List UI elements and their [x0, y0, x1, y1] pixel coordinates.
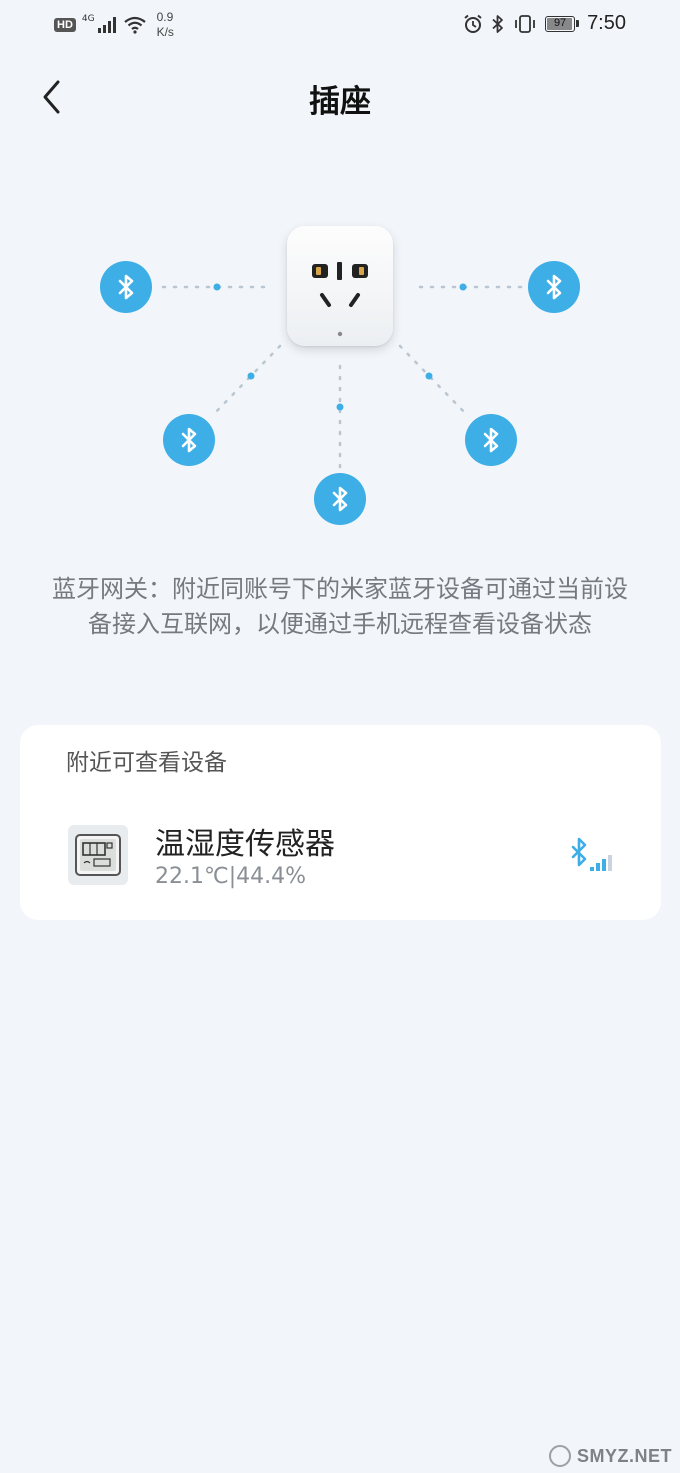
- bluetooth-node-right: [527, 260, 581, 314]
- network-generation: 4G: [81, 14, 95, 24]
- wifi-icon: [123, 16, 146, 34]
- status-left: HD 4G 0.9 K/s: [54, 10, 174, 40]
- battery-body: 97: [545, 15, 576, 32]
- device-status: 22.1℃|44.4%: [155, 864, 306, 889]
- watermark-text: SMYZ.NET: [576, 1445, 672, 1466]
- bluetooth-node-lower-right: [464, 413, 518, 467]
- device-list-item[interactable]: 温湿度传感器 22.1℃|44.4%: [20, 807, 661, 907]
- vibrate-icon: [515, 14, 535, 33]
- bluetooth-node-left: [99, 260, 153, 314]
- battery-level: 97: [553, 16, 567, 29]
- thermo-hygrometer-icon: [68, 825, 128, 885]
- page-title: 插座: [309, 84, 371, 120]
- network-speed: 0.9 K/s: [157, 10, 174, 40]
- speed-unit: K/s: [156, 25, 174, 39]
- watermark-logo-icon: [548, 1445, 571, 1467]
- battery-icon: 97: [545, 15, 580, 32]
- app-header: 插座: [0, 60, 680, 130]
- signal-icon: [97, 17, 116, 33]
- bluetooth-signal-graphic: [571, 837, 612, 871]
- bluetooth-node-icon: [314, 473, 366, 525]
- bluetooth-node-lower-left: [162, 413, 216, 467]
- speed-value: 0.9: [156, 10, 174, 24]
- battery-cap: [576, 20, 580, 27]
- smart-plug-image: [287, 226, 393, 346]
- bluetooth-node-icon: [465, 414, 517, 466]
- status-bar: HD 4G 0.9 K/s 97 7:50: [0, 0, 680, 52]
- thermo-hygrometer-image: [75, 834, 121, 876]
- bluetooth-node-icon: [163, 414, 215, 466]
- bluetooth-icon: [492, 14, 503, 33]
- socket-face-icon: [312, 262, 368, 337]
- watermark: SMYZ.NET: [548, 1445, 672, 1467]
- nearby-devices-card: 附近可查看设备 温湿度传感器 22.1℃|44.4%: [20, 725, 661, 920]
- bluetooth-node-icon: [528, 261, 580, 313]
- bluetooth-signal-icon: [568, 835, 620, 875]
- nearby-devices-title: 附近可查看设备: [66, 750, 227, 776]
- status-time: 7:50: [587, 12, 626, 34]
- gateway-illustration: [0, 210, 680, 540]
- bluetooth-node-bottom: [313, 472, 367, 526]
- device-name: 温湿度传感器: [155, 827, 335, 862]
- gateway-description: 蓝牙网关：附近同账号下的米家蓝牙设备可通过当前设备接入互联网，以便通过手机远程查…: [52, 575, 628, 638]
- hd-badge: HD: [54, 18, 76, 32]
- alarm-icon: [464, 14, 482, 33]
- bluetooth-node-icon: [100, 261, 152, 313]
- status-right: 97 7:50: [463, 12, 626, 35]
